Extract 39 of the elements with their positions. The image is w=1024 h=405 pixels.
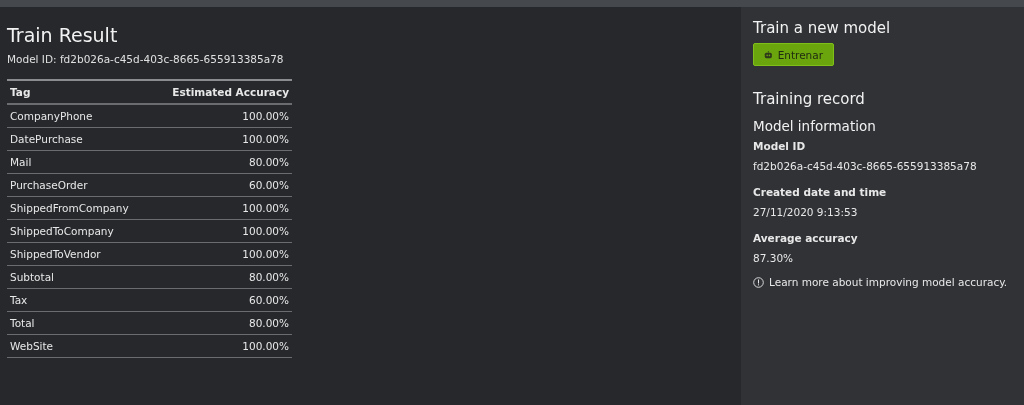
field-label: Model ID [753,140,807,152]
field-value: fd2b026a-c45d-403c-8665-655913385a78 [753,160,978,172]
column-header: Estimated Accuracy [172,86,289,98]
model-id-text: Model ID: fd2b026a-c45d-403c-8665-655913385a78 [7,53,285,65]
tag-cell: Subtotal [10,271,54,283]
page-title: Train Result [7,23,119,47]
tag-cell: ShippedToCompany [10,225,114,237]
tag-cell: ShippedFromCompany [10,202,129,214]
accuracy-cell: 100.00% [242,202,289,214]
tag-cell: Mail [10,156,32,168]
tag-cell: PurchaseOrder [10,179,88,191]
section-heading: Training record [753,90,866,108]
accuracy-cell: 80.00% [248,271,289,283]
accuracy-cell: 80.00% [248,317,289,329]
accuracy-cell: 60.00% [248,294,289,306]
field-label: Average accuracy [753,232,859,244]
tag-cell: Total [10,317,35,329]
accuracy-cell: 100.00% [242,340,289,352]
field-value: 87.30% [753,252,795,264]
accuracy-cell: 100.00% [242,248,289,260]
tag-cell: CompanyPhone [10,110,93,122]
column-header: Tag [10,86,31,98]
accuracy-cell: 100.00% [242,110,289,122]
tag-cell: Tax [10,294,28,306]
section-heading: Train a new model [753,19,892,37]
robot-icon [764,49,773,60]
subsection-heading: Model information [753,118,877,134]
tag-cell: DatePurchase [10,133,83,145]
tag-cell: WebSite [10,340,54,352]
accuracy-cell: 80.00% [248,156,289,168]
learn-more-text: Learn more about improving model accuracy. [769,276,1008,288]
tag-cell: ShippedToVendor [10,248,101,260]
info-icon [753,276,764,288]
accuracy-cell: 100.00% [242,133,289,145]
field-value: 27/11/2020 9:13:53 [753,206,859,218]
accuracy-cell: 60.00% [248,179,289,191]
accuracy-cell: 100.00% [242,225,289,237]
train-button[interactable]: Entrenar [753,43,834,66]
field-label: Created date and time [753,186,888,198]
